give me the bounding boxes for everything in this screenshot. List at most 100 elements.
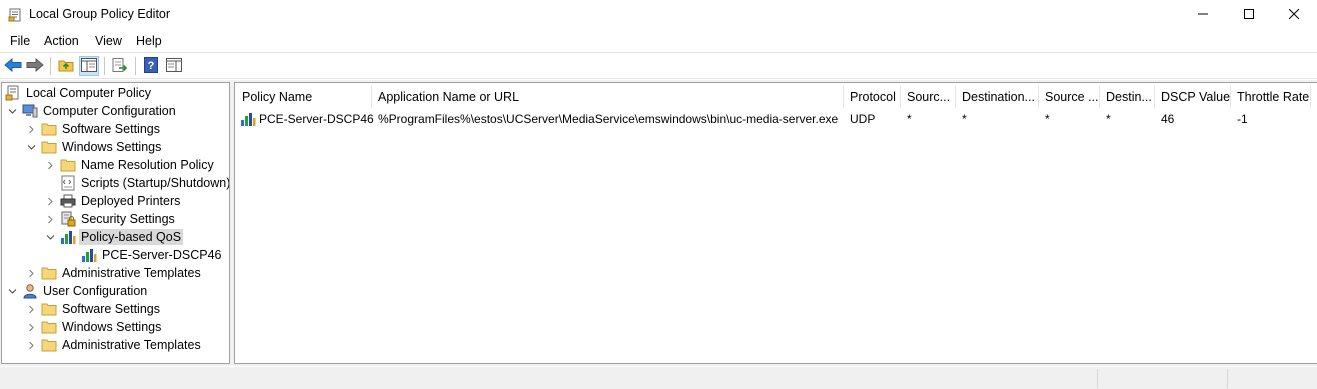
chevron-right-icon[interactable] xyxy=(24,266,38,280)
chevron-right-icon[interactable] xyxy=(24,122,38,136)
folder-icon xyxy=(41,319,57,335)
tree-item-uc-windows-settings[interactable]: Windows Settings xyxy=(24,318,163,336)
menu-view[interactable]: View xyxy=(95,34,122,48)
menu-help[interactable]: Help xyxy=(136,34,162,48)
chevron-down-icon[interactable] xyxy=(43,230,57,244)
column-header-source-port[interactable]: Source ... xyxy=(1039,86,1100,108)
chevron-right-icon[interactable] xyxy=(24,302,38,316)
toolbar-separator xyxy=(104,57,105,75)
status-panel xyxy=(1097,369,1227,388)
tree-item-security-settings[interactable]: Security Settings xyxy=(43,210,177,228)
close-icon xyxy=(1288,8,1300,22)
export-list-icon xyxy=(112,57,128,75)
status-panel xyxy=(1227,369,1317,388)
cell-destination-port: * xyxy=(1106,112,1111,126)
tree-label: Windows Settings xyxy=(62,140,162,154)
column-header-application[interactable]: Application Name or URL xyxy=(372,86,844,108)
column-header-throttle-rate[interactable]: Throttle Rate xyxy=(1231,86,1311,108)
tree-label: Windows Settings xyxy=(62,320,162,334)
column-header-protocol[interactable]: Protocol xyxy=(844,86,901,108)
column-header-destination-port[interactable]: Destin... xyxy=(1100,86,1155,108)
tree-item-computer-configuration[interactable]: Computer Configuration xyxy=(5,102,178,120)
folder-icon xyxy=(41,139,57,155)
tree-item-cc-administrative-templates[interactable]: Administrative Templates xyxy=(24,264,203,282)
chevron-down-icon[interactable] xyxy=(5,104,19,118)
tree-item-cc-windows-settings[interactable]: Windows Settings xyxy=(24,138,163,156)
security-lock-icon xyxy=(60,211,76,227)
chevron-right-icon[interactable] xyxy=(43,158,57,172)
folder-icon xyxy=(60,157,76,173)
script-icon xyxy=(60,175,76,191)
cell-destination-ip: * xyxy=(962,112,967,126)
menu-action[interactable]: Action xyxy=(44,34,79,48)
chevron-right-icon[interactable] xyxy=(24,320,38,334)
column-header-policy-name[interactable]: Policy Name xyxy=(236,86,372,108)
chevron-down-icon[interactable] xyxy=(24,140,38,154)
tree-label: Local Computer Policy xyxy=(26,86,152,100)
policy-name-text: PCE-Server-DSCP46 xyxy=(259,112,374,126)
back-arrow-icon xyxy=(4,57,22,75)
help-button[interactable]: ? xyxy=(141,56,161,76)
tree-label: Scripts (Startup/Shutdown) xyxy=(81,176,230,190)
policy-document-icon xyxy=(8,8,22,22)
show-hide-console-tree-button[interactable] xyxy=(79,56,99,76)
window-title: Local Group Policy Editor xyxy=(29,7,171,21)
column-header-source-ip[interactable]: Sourc... xyxy=(901,86,956,108)
tree-item-local-computer-policy[interactable]: Local Computer Policy xyxy=(5,84,153,102)
bar-chart-icon xyxy=(240,111,256,127)
up-one-level-button[interactable] xyxy=(56,56,76,76)
tree-item-uc-software-settings[interactable]: Software Settings xyxy=(24,300,162,318)
tree-item-cc-software-settings[interactable]: Software Settings xyxy=(24,120,162,138)
minimize-icon xyxy=(1198,8,1208,22)
user-icon xyxy=(22,283,38,299)
tree-label: Policy-based QoS xyxy=(79,229,184,245)
show-action-pane-button[interactable] xyxy=(164,56,184,76)
tree-item-pce-server-dscp46[interactable]: PCE-Server-DSCP46 xyxy=(81,246,223,264)
bar-chart-icon xyxy=(81,247,97,263)
policy-document-icon xyxy=(5,85,21,101)
tree-label: PCE-Server-DSCP46 xyxy=(102,248,222,262)
chevron-down-icon[interactable] xyxy=(5,284,19,298)
tree-label: Deployed Printers xyxy=(81,194,181,208)
folder-icon xyxy=(41,301,57,317)
menu-file[interactable]: File xyxy=(10,34,30,48)
close-button[interactable] xyxy=(1271,0,1317,30)
tree-label: Computer Configuration xyxy=(43,104,176,118)
cell-dscp-value: 46 xyxy=(1161,112,1175,126)
up-folder-icon xyxy=(58,58,74,75)
status-bar xyxy=(0,367,1317,389)
export-list-button[interactable] xyxy=(110,56,130,76)
work-area: Local Computer Policy Computer Configura… xyxy=(0,80,1317,366)
properties-pane-icon xyxy=(166,57,182,75)
printer-icon xyxy=(60,193,76,209)
tree-item-policy-based-qos[interactable]: Policy-based QoS xyxy=(43,228,184,246)
help-icon: ? xyxy=(144,56,158,76)
bar-chart-icon xyxy=(60,229,76,245)
console-tree[interactable]: Local Computer Policy Computer Configura… xyxy=(1,82,230,364)
cell-protocol: UDP xyxy=(850,112,876,126)
minimize-button[interactable] xyxy=(1180,0,1226,30)
tree-item-name-resolution-policy[interactable]: Name Resolution Policy xyxy=(43,156,216,174)
tree-label: Administrative Templates xyxy=(62,338,201,352)
folder-icon xyxy=(41,121,57,137)
tree-label: Name Resolution Policy xyxy=(81,158,214,172)
maximize-button[interactable] xyxy=(1226,0,1272,30)
cell-application: %ProgramFiles%\estos\UCServer\MediaServi… xyxy=(378,112,839,126)
tree-item-user-configuration[interactable]: User Configuration xyxy=(5,282,149,300)
column-header-destination-ip[interactable]: Destination... xyxy=(956,86,1039,108)
tree-item-deployed-printers[interactable]: Deployed Printers xyxy=(43,192,182,210)
chevron-right-icon[interactable] xyxy=(43,212,57,226)
chevron-right-icon[interactable] xyxy=(43,194,57,208)
column-header-dscp-value[interactable]: DSCP Value xyxy=(1155,86,1231,108)
forward-button[interactable] xyxy=(25,56,45,76)
back-button[interactable] xyxy=(3,56,23,76)
folder-icon xyxy=(41,265,57,281)
chevron-right-icon[interactable] xyxy=(24,338,38,352)
cell-source-ip: * xyxy=(907,112,912,126)
tree-item-scripts[interactable]: Scripts (Startup/Shutdown) xyxy=(43,174,230,192)
details-list[interactable]: Policy Name Application Name or URL Prot… xyxy=(234,82,1317,364)
tree-label: User Configuration xyxy=(43,284,148,298)
tree-label: Security Settings xyxy=(81,212,175,226)
cell-throttle-rate: -1 xyxy=(1237,112,1248,126)
tree-item-uc-administrative-templates[interactable]: Administrative Templates xyxy=(24,336,203,354)
